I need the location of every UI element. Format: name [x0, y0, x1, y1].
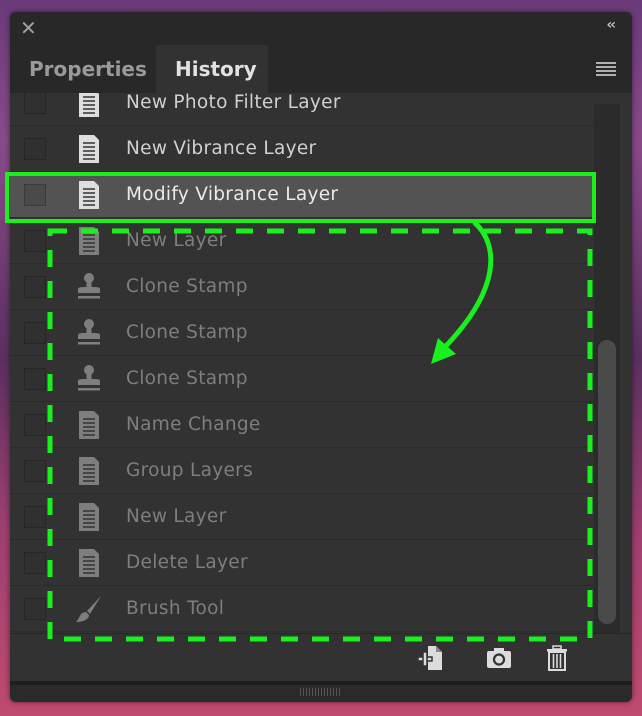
history-state-row[interactable]: Clone Stamp: [10, 264, 594, 310]
tab-history[interactable]: History: [156, 45, 268, 93]
history-list: New Photo Filter Layer New Vibrance Layer…: [10, 93, 594, 633]
history-state-label: Group Layers: [126, 460, 254, 481]
document-icon: [74, 410, 104, 440]
snapshot-source-checkbox[interactable]: [24, 276, 46, 298]
history-state-row[interactable]: Clone Stamp: [10, 356, 594, 402]
snapshot-source-checkbox[interactable]: [24, 414, 46, 436]
history-state-label: Brush Tool: [126, 598, 225, 619]
snapshot-source-checkbox[interactable]: [24, 460, 46, 482]
history-state-row[interactable]: Clone Stamp: [10, 310, 594, 356]
history-state-label: New Layer: [126, 506, 227, 527]
history-state-label: Clone Stamp: [126, 368, 248, 389]
history-state-label: New Vibrance Layer: [126, 138, 317, 159]
scrollbar-thumb[interactable]: [598, 340, 616, 624]
document-icon: [74, 134, 104, 164]
snapshot-source-checkbox[interactable]: [24, 598, 46, 620]
history-state-row[interactable]: New Vibrance Layer: [10, 126, 594, 172]
tab-properties[interactable]: Properties: [10, 45, 166, 93]
document-icon: [74, 456, 104, 486]
panel-footer: [10, 633, 632, 681]
panel-title-bar: ✕ ‹‹: [10, 12, 632, 45]
history-state-label: Name Change: [126, 414, 261, 435]
history-state-label: Clone Stamp: [126, 322, 248, 343]
brush-icon: [74, 594, 104, 624]
clone-stamp-icon: [74, 272, 104, 302]
hamburger-menu-icon[interactable]: [596, 62, 616, 76]
snapshot-source-checkbox[interactable]: [24, 368, 46, 390]
snapshot-source-checkbox[interactable]: [24, 184, 46, 206]
clone-stamp-icon: [74, 364, 104, 394]
history-state-label: Delete Layer: [126, 552, 248, 573]
close-icon[interactable]: ✕: [20, 16, 37, 40]
history-state-row[interactable]: New Layer: [10, 218, 594, 264]
history-state-row[interactable]: Delete Layer: [10, 540, 594, 586]
trash-icon[interactable]: [542, 644, 572, 672]
grip-icon[interactable]: [300, 688, 340, 696]
double-chevron-left-icon[interactable]: ‹‹: [606, 17, 615, 33]
resize-grip-bar[interactable]: [10, 681, 632, 702]
history-state-label: New Photo Filter Layer: [126, 93, 341, 113]
tab-bar: Properties History: [10, 45, 632, 93]
history-state-label: Clone Stamp: [126, 276, 248, 297]
snapshot-source-checkbox[interactable]: [24, 230, 46, 252]
history-state-row[interactable]: New Layer: [10, 494, 594, 540]
camera-snapshot-icon[interactable]: [484, 644, 514, 672]
snapshot-source-checkbox[interactable]: [24, 506, 46, 528]
clone-stamp-icon: [74, 318, 104, 348]
document-icon: [74, 502, 104, 532]
snapshot-source-checkbox[interactable]: [24, 322, 46, 344]
history-panel: ✕ ‹‹ Properties History New Photo Filter…: [10, 12, 632, 702]
history-state-label: Modify Vibrance Layer: [126, 184, 339, 205]
document-icon: [74, 180, 104, 210]
history-state-row[interactable]: Modify Vibrance Layer: [10, 172, 594, 218]
new-document-from-state-icon[interactable]: [416, 644, 446, 672]
document-icon: [74, 226, 104, 256]
history-state-row[interactable]: Brush Tool: [10, 586, 594, 632]
history-state-row[interactable]: Name Change: [10, 402, 594, 448]
history-state-row[interactable]: New Photo Filter Layer: [10, 93, 594, 126]
snapshot-source-checkbox[interactable]: [24, 552, 46, 574]
snapshot-source-checkbox[interactable]: [24, 138, 46, 160]
history-state-label: New Layer: [126, 230, 227, 251]
document-icon: [74, 548, 104, 578]
scrollbar[interactable]: [594, 104, 620, 634]
document-icon: [74, 93, 104, 118]
history-state-row[interactable]: Group Layers: [10, 448, 594, 494]
snapshot-source-checkbox[interactable]: [24, 93, 46, 114]
